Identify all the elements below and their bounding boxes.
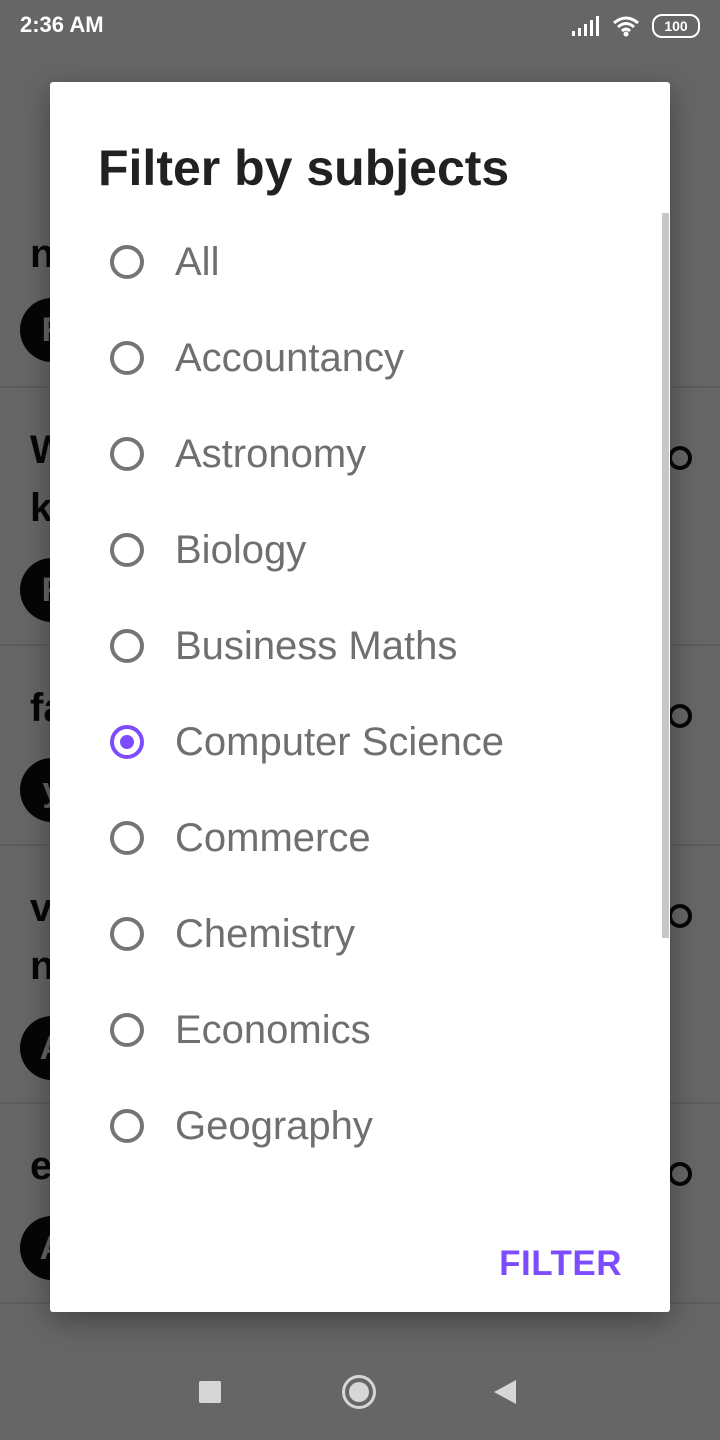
filter-button[interactable]: FILTER — [499, 1244, 622, 1284]
option-geography[interactable]: Geography — [50, 1078, 670, 1174]
option-label: All — [175, 239, 220, 284]
radio-button[interactable] — [110, 437, 144, 471]
option-label: Business Maths — [175, 623, 458, 668]
option-label: Accountancy — [175, 335, 405, 380]
status-bar: 2:36 AM 100 — [0, 0, 720, 52]
radio-button[interactable] — [110, 245, 144, 279]
filter-dialog: Filter by subjects All Accountancy Astro… — [50, 82, 670, 1312]
radio-button[interactable] — [110, 821, 144, 855]
option-business-maths[interactable]: Business Maths — [50, 598, 670, 694]
option-label: Computer Science — [175, 719, 505, 764]
radio-button-selected[interactable] — [110, 725, 144, 759]
back-icon[interactable] — [494, 1380, 516, 1404]
dialog-title: Filter by subjects — [98, 140, 510, 196]
option-computer-science[interactable]: Computer Science — [50, 694, 670, 790]
status-icons: 100 — [572, 13, 700, 39]
option-economics[interactable]: Economics — [50, 982, 670, 1078]
radio-button[interactable] — [110, 341, 144, 375]
option-commerce[interactable]: Commerce — [50, 790, 670, 886]
option-all[interactable]: All — [50, 214, 670, 310]
option-label: Biology — [175, 527, 307, 572]
option-accountancy[interactable]: Accountancy — [50, 310, 670, 406]
radio-button[interactable] — [110, 1013, 144, 1047]
scrollbar[interactable] — [662, 213, 669, 938]
wifi-icon — [613, 16, 639, 37]
radio-button[interactable] — [110, 629, 144, 663]
option-astronomy[interactable]: Astronomy — [50, 406, 670, 502]
option-label: Astronomy — [175, 431, 367, 476]
radio-button[interactable] — [110, 1109, 144, 1143]
status-time: 2:36 AM — [20, 12, 104, 37]
home-icon[interactable] — [342, 1375, 376, 1409]
radio-button[interactable] — [110, 917, 144, 951]
option-biology[interactable]: Biology — [50, 502, 670, 598]
option-label: Chemistry — [175, 911, 356, 956]
option-label: Economics — [175, 1007, 371, 1052]
recents-icon[interactable] — [199, 1381, 221, 1403]
subject-options-list: All Accountancy Astronomy Biology Busine… — [50, 214, 670, 1174]
option-label: Commerce — [175, 815, 371, 860]
signal-icon — [572, 16, 599, 36]
battery-indicator: 100 — [652, 14, 700, 38]
navigation-bar — [0, 1344, 720, 1440]
option-chemistry[interactable]: Chemistry — [50, 886, 670, 982]
option-label: Geography — [175, 1103, 373, 1148]
radio-button[interactable] — [110, 533, 144, 567]
